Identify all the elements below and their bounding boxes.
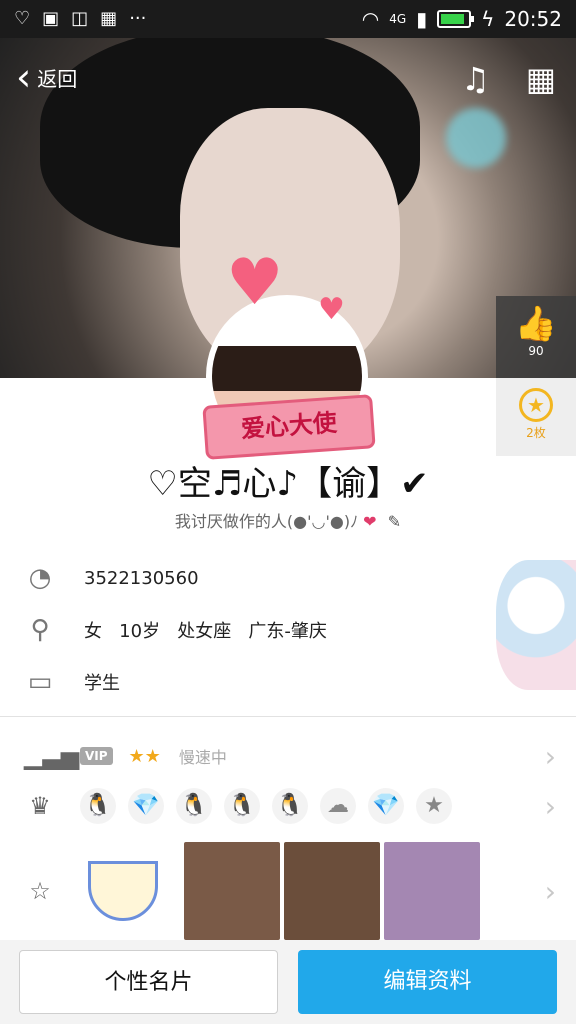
signature-text: 我讨厌做作的人(●'◡'●)ﾉ: [174, 512, 359, 531]
speed-status: 慢速中: [178, 748, 227, 767]
qq-number: 3522130560: [84, 567, 199, 589]
occupation: 学生: [84, 673, 120, 694]
thumbs-up-icon: 👍: [514, 304, 558, 344]
signal-icon: ▮: [416, 7, 428, 31]
battery-icon: [437, 10, 475, 28]
chevron-right-icon: ›: [544, 874, 556, 908]
status-bar: ♡ ▣ ◫ ▦ ··· ◠ 4G ▮ ϟ 20:52: [0, 0, 576, 38]
star-outline-icon: ☆: [29, 877, 51, 905]
chevron-right-icon: ›: [544, 739, 556, 773]
chevron-right-icon: ›: [544, 789, 556, 823]
qq-number-row: ◔ 3522130560: [24, 562, 199, 594]
personal-details-row: ⚲ 女 10岁 处女座 广东-肇庆: [24, 614, 327, 646]
level-stars: ★★: [128, 745, 161, 767]
divider: [0, 716, 576, 717]
image-icon: ▣: [42, 8, 60, 29]
briefcase-icon: ▭: [27, 667, 53, 697]
music-play-icon[interactable]: ♫: [461, 60, 490, 98]
love-ambassador-ribbon: 爱心大使: [202, 394, 376, 460]
more-icon: ···: [129, 8, 147, 29]
photo-thumbnail[interactable]: [384, 842, 480, 940]
personal-details: 女 10岁 处女座 广东-肇庆: [84, 621, 327, 642]
chevron-left-icon: ‹: [16, 55, 32, 99]
heart-decoration-icon: ♥: [318, 292, 345, 327]
badges-row[interactable]: ♛ 🐧 💎 🐧 🐧 🐧 ☁ 💎 ★ ›: [0, 786, 576, 826]
heart-decoration-icon: ♥: [226, 246, 284, 320]
network-label: 4G: [389, 12, 407, 26]
back-label: 返回: [37, 66, 78, 91]
nickname: ♡空♬心♪【谕】✔: [147, 464, 429, 504]
penguin-icon: ◔: [28, 563, 52, 593]
edit-profile-button[interactable]: 编辑资料: [298, 950, 557, 1014]
like-button[interactable]: 👍 90: [496, 296, 576, 378]
badge-icon: ☁: [320, 788, 356, 824]
level-chart-icon: ▁▃▅: [24, 742, 80, 770]
badge-icon: 🐧: [272, 788, 308, 824]
qq-icon: ◫: [71, 8, 89, 29]
like-count: 90: [528, 344, 544, 358]
crown-icon: ♛: [29, 792, 51, 820]
person-icon: ⚲: [30, 615, 50, 645]
bowl-icon: [88, 861, 158, 921]
heart-icon: ♡: [14, 8, 31, 29]
vip-row[interactable]: ▁▃▅ VIP ★★ 慢速中 ›: [0, 736, 576, 776]
edit-icon[interactable]: ✎: [388, 512, 401, 531]
bottom-bar: 个性名片 编辑资料: [0, 940, 576, 1024]
badge-button[interactable]: ★ 2枚: [496, 378, 576, 456]
badge-icon: 💎: [128, 788, 164, 824]
wifi-icon: ◠: [361, 7, 380, 31]
occupation-row: ▭ 学生: [24, 666, 120, 698]
photo-thumbnail[interactable]: [184, 842, 280, 940]
profile-card-button[interactable]: 个性名片: [19, 950, 278, 1014]
badge-icon: 🐧: [224, 788, 260, 824]
badge-count: 2枚: [526, 426, 546, 440]
badge-icon: 🐧: [80, 788, 116, 824]
photo-wall-row[interactable]: ☆ ›: [0, 842, 576, 940]
badge-icon: 🐧: [176, 788, 212, 824]
mascot-image[interactable]: [496, 560, 576, 690]
star-badge-icon: ★: [519, 388, 553, 422]
app-icon: ▦: [100, 8, 118, 29]
photo-thumbnail[interactable]: [284, 842, 380, 940]
clock: 20:52: [504, 7, 562, 31]
back-button[interactable]: ‹ 返回: [16, 58, 77, 96]
badge-icon: 💎: [368, 788, 404, 824]
signature[interactable]: 我讨厌做作的人(●'◡'●)ﾉ ❤ ✎: [0, 508, 576, 532]
vip-badge: VIP: [80, 747, 113, 765]
charging-icon: ϟ: [481, 7, 495, 31]
heart-icon: ❤: [363, 512, 377, 531]
badge-icon: ★: [416, 788, 452, 824]
qr-code-icon[interactable]: ▦: [526, 60, 556, 98]
